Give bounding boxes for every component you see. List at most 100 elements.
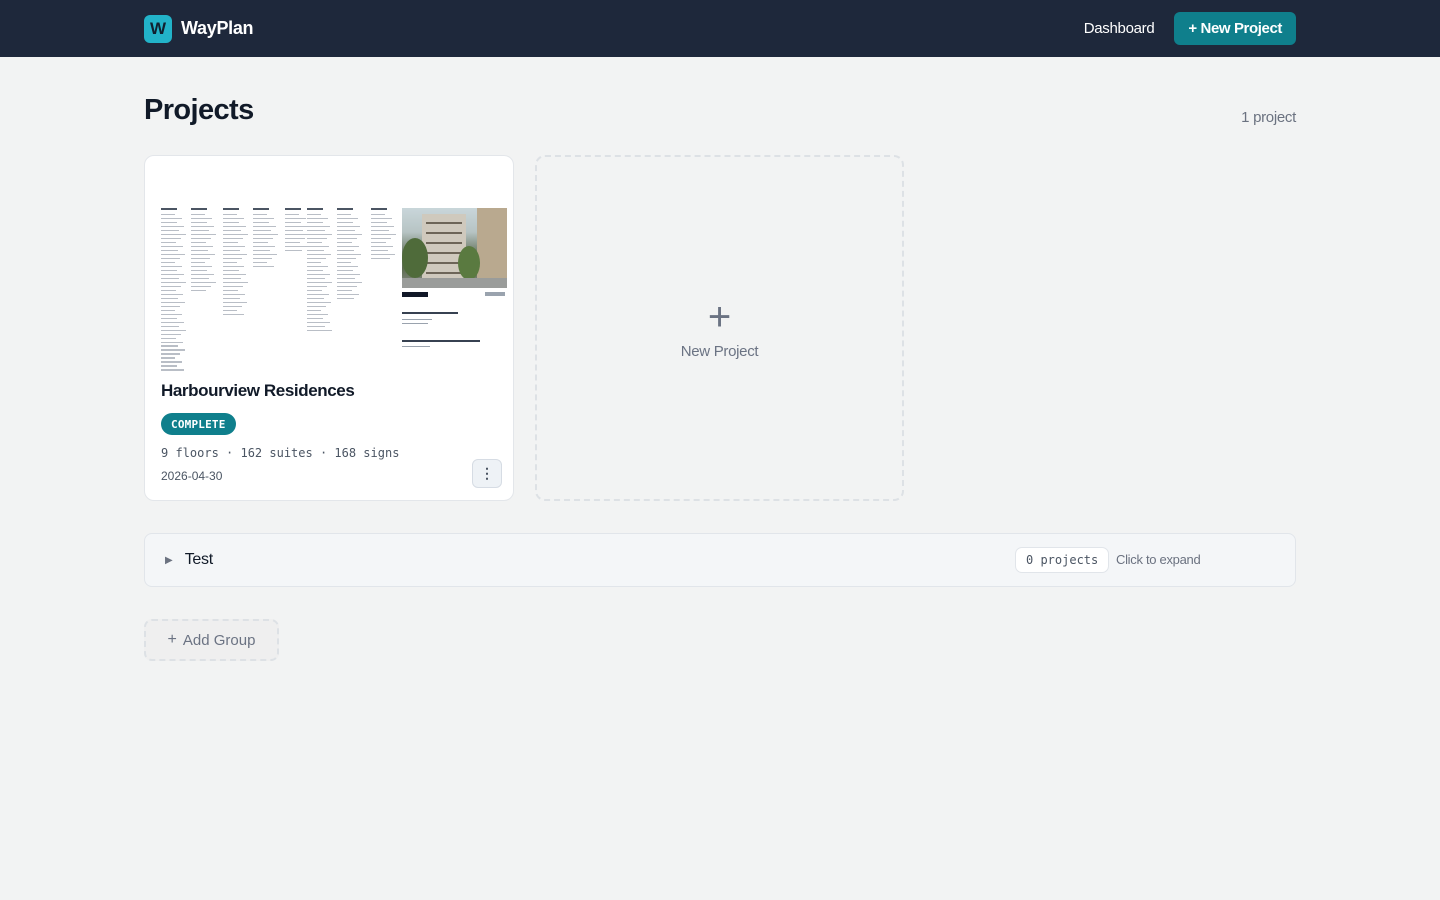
title-block-line: [402, 312, 458, 314]
drawing-list-line: [337, 261, 351, 264]
drawing-list-column: [223, 208, 249, 318]
caret-right-icon[interactable]: ▶: [165, 555, 173, 566]
drawing-list-line: [191, 229, 209, 232]
group-row[interactable]: ▶ Test 0 projects Click to expand: [144, 533, 1296, 587]
drawing-list-column: [337, 208, 363, 302]
drawing-list-line: [223, 233, 248, 236]
drawing-list-line: [223, 249, 240, 252]
header-nav: Dashboard + New Project: [1084, 12, 1296, 45]
drawing-list-line: [371, 257, 390, 260]
drawing-list-line: [161, 289, 176, 292]
drawing-list-line: [285, 214, 299, 216]
drawing-list-line: [161, 301, 185, 304]
drawing-list-line: [285, 245, 307, 248]
drawing-list-line: [307, 313, 328, 315]
group-project-count: 0 projects: [1015, 547, 1110, 573]
drawing-list-line: [191, 257, 210, 260]
drawing-list-line: [161, 285, 181, 288]
drawing-list-line: [371, 214, 385, 216]
building-shape: [477, 208, 507, 278]
new-project-card[interactable]: + New Project: [535, 155, 904, 501]
title-block-line: [402, 323, 428, 325]
drawing-list-line: [285, 225, 308, 228]
drawing-list-line: [161, 269, 177, 272]
drawing-list-heading: [191, 208, 207, 210]
wayplan-logo-icon: W: [144, 14, 172, 43]
drawing-list-line: [307, 233, 332, 236]
drawing-list-line: [307, 293, 329, 296]
drawing-list-line: [161, 261, 175, 264]
new-project-label: New Project: [680, 342, 759, 360]
drawing-list-line: [253, 261, 267, 264]
drawing-list-line: [337, 237, 357, 240]
drawing-list-line: [161, 257, 180, 260]
drawing-list-line: [253, 245, 275, 248]
drawing-list-line: [371, 229, 389, 232]
drawing-list-line: [223, 309, 237, 312]
drawing-list-line: [253, 229, 271, 232]
drawing-list-line: [253, 214, 267, 216]
add-group-button[interactable]: + Add Group: [144, 619, 279, 661]
drawing-list-line: [253, 221, 269, 224]
drawing-list-line: [337, 257, 356, 260]
page-title: Projects: [144, 94, 254, 126]
drawing-list-line: [307, 285, 327, 288]
drawing-list-line: [161, 361, 182, 363]
project-count: 1 project: [1241, 109, 1296, 126]
drawing-list-line: [161, 225, 184, 228]
drawing-list-line: [307, 229, 325, 232]
drawing-list-line: [307, 301, 331, 304]
drawing-list-line: [191, 217, 212, 220]
nav-link-dashboard[interactable]: Dashboard: [1084, 20, 1155, 37]
drawing-list-line: [307, 277, 325, 280]
drawing-list-line: [161, 273, 184, 276]
drawing-list-line: [285, 221, 301, 224]
drawing-list-line: [223, 305, 242, 308]
drawing-list-heading: [371, 208, 387, 210]
drawing-list-line: [191, 281, 216, 284]
more-vertical-icon[interactable]: ⋮: [472, 459, 502, 488]
project-thumbnail[interactable]: [161, 202, 507, 371]
drawing-list-line: [191, 249, 208, 252]
drawing-list-line: [337, 273, 360, 276]
drawing-list-line: [223, 281, 248, 284]
plus-icon: +: [707, 294, 732, 339]
drawing-list-line: [371, 237, 391, 240]
drawing-list-line: [307, 214, 321, 216]
new-project-button[interactable]: + New Project: [1174, 12, 1296, 45]
drawing-list-line: [161, 277, 179, 280]
drawing-list-line: [161, 217, 182, 220]
drawing-list-column: [191, 208, 217, 294]
drawing-list-line: [253, 233, 278, 236]
brand[interactable]: W WayPlan: [144, 14, 254, 43]
drawing-list-line: [161, 321, 184, 323]
drawing-list-line: [371, 225, 394, 228]
drawing-list-line: [337, 297, 354, 300]
drawing-list-line: [285, 249, 302, 252]
drawing-list-line: [223, 285, 243, 288]
title-block-line: [402, 340, 480, 342]
project-name[interactable]: Harbourview Residences: [161, 381, 355, 401]
drawing-list-line: [161, 233, 186, 236]
drawing-list-line: [161, 265, 182, 268]
drawing-list-line: [161, 297, 178, 300]
drawing-list-line: [223, 245, 245, 248]
drawing-list-line: [161, 229, 179, 232]
drawing-list-line: [307, 281, 332, 284]
page-header: Projects 1 project: [144, 93, 1296, 127]
drawing-list-line: [253, 253, 277, 256]
drawing-list-line: [285, 241, 300, 244]
plus-icon: +: [167, 631, 177, 648]
drawing-list-line: [161, 365, 177, 367]
drawing-list-line: [337, 225, 360, 228]
project-card[interactable]: Harbourview Residences COMPLETE 9 floors…: [144, 155, 514, 501]
title-block-line: [402, 319, 432, 321]
drawing-list-line: [307, 329, 332, 331]
drawing-list-heading: [285, 208, 301, 210]
drawing-list-line: [253, 257, 272, 260]
drawing-list-line: [223, 257, 242, 260]
drawing-list-line: [253, 217, 274, 220]
drawing-list-line: [307, 273, 330, 276]
title-block-line: [402, 346, 430, 348]
drawing-list-line: [223, 241, 238, 244]
